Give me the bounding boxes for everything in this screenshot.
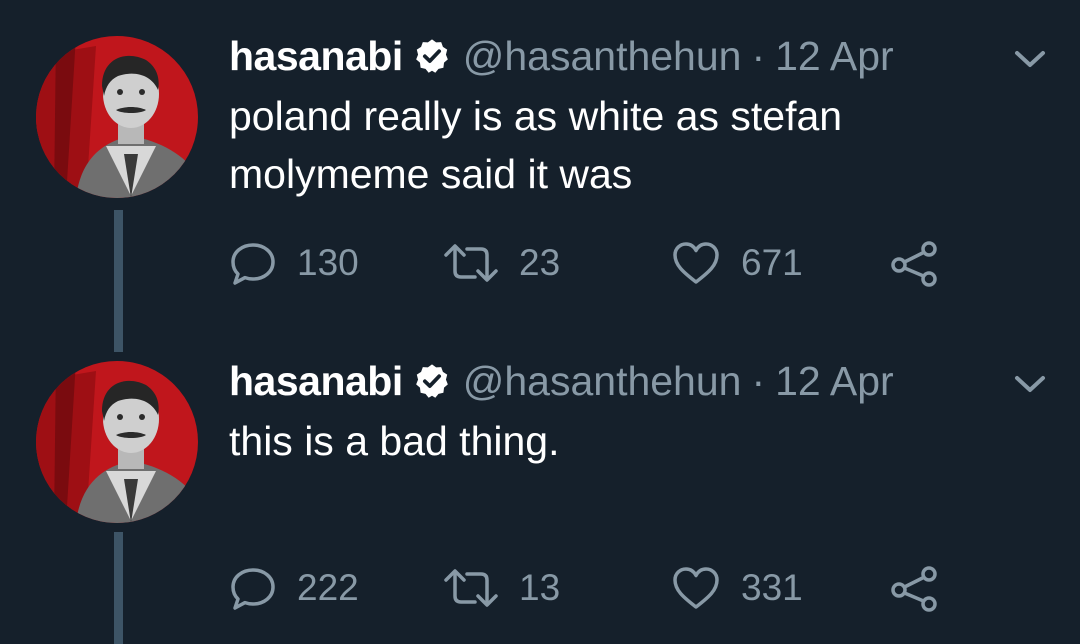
verified-icon	[413, 37, 451, 75]
chevron-down-icon[interactable]	[1010, 369, 1050, 399]
like-icon	[671, 564, 721, 612]
tweet-header: hasanabi @hasanthehun · 12 Apr	[229, 356, 894, 406]
tweet-date[interactable]: 12 Apr	[775, 358, 894, 405]
retweet-count: 13	[519, 567, 561, 608]
separator-dot: ·	[751, 32, 766, 79]
retweet-icon	[443, 564, 499, 612]
tweet-text: this is a bad thing.	[229, 418, 560, 464]
retweet-button[interactable]: 23	[443, 238, 560, 288]
user-handle[interactable]: @hasanthehun	[463, 358, 742, 405]
like-icon	[671, 239, 721, 287]
share-button[interactable]	[889, 238, 941, 288]
like-count: 671	[741, 242, 803, 283]
retweet-button[interactable]: 13	[443, 563, 560, 613]
share-button[interactable]	[889, 563, 941, 613]
retweet-count: 23	[519, 242, 561, 283]
retweet-icon	[443, 239, 499, 287]
tweet-header: hasanabi @hasanthehun · 12 Apr	[229, 31, 894, 81]
user-handle[interactable]: @hasanthehun	[463, 33, 742, 80]
like-count: 331	[741, 567, 803, 608]
tweet[interactable]: hasanabi @hasanthehun · 12 Apr poland re…	[0, 0, 1080, 330]
tweet-date[interactable]: 12 Apr	[775, 33, 894, 80]
display-name[interactable]: hasanabi	[229, 358, 403, 405]
separator-dot: ·	[751, 357, 766, 404]
reply-icon	[229, 564, 277, 612]
tweet-text: poland really is as white as stefan moly…	[229, 93, 843, 197]
reply-icon	[229, 239, 277, 287]
reply-count: 130	[297, 242, 359, 283]
avatar[interactable]	[36, 36, 198, 198]
like-button[interactable]: 671	[671, 238, 803, 288]
avatar[interactable]	[36, 361, 198, 523]
verified-icon	[413, 362, 451, 400]
like-button[interactable]: 331	[671, 563, 803, 613]
share-icon	[889, 564, 941, 612]
chevron-down-icon[interactable]	[1010, 44, 1050, 74]
tweet[interactable]: hasanabi @hasanthehun · 12 Apr this is a…	[0, 325, 1080, 644]
reply-button[interactable]: 130	[229, 238, 359, 288]
share-icon	[889, 239, 941, 287]
reply-count: 222	[297, 567, 359, 608]
tweet-actions: 130 23 671	[229, 238, 989, 288]
tweet-actions: 222 13 331	[229, 563, 989, 613]
reply-button[interactable]: 222	[229, 563, 359, 613]
display-name[interactable]: hasanabi	[229, 33, 403, 80]
